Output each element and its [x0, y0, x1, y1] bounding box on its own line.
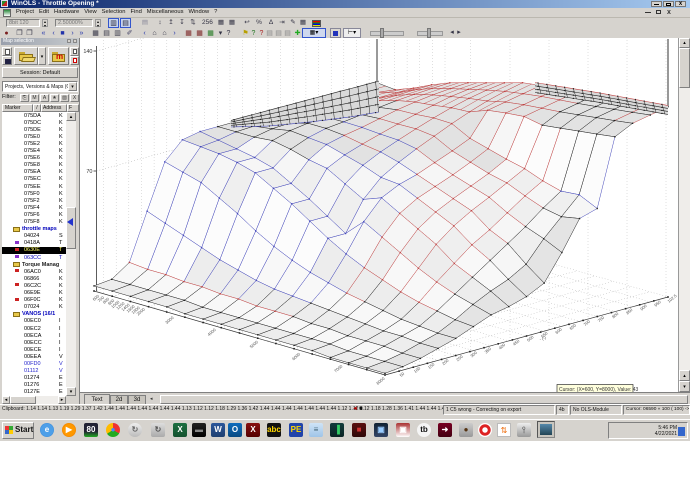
svg-text:6000: 6000 — [291, 351, 302, 361]
svg-text:3000: 3000 — [164, 315, 175, 325]
svg-text:102.5: 102.5 — [666, 293, 678, 304]
svg-text:70: 70 — [86, 169, 92, 175]
svg-text:250: 250 — [455, 354, 464, 363]
svg-text:7000: 7000 — [333, 363, 344, 373]
svg-text:8000: 8000 — [375, 376, 386, 386]
svg-text:5000: 5000 — [249, 339, 260, 349]
svg-text:4000: 4000 — [206, 327, 217, 337]
svg-text:350: 350 — [484, 346, 493, 355]
svg-text:140: 140 — [83, 49, 92, 55]
